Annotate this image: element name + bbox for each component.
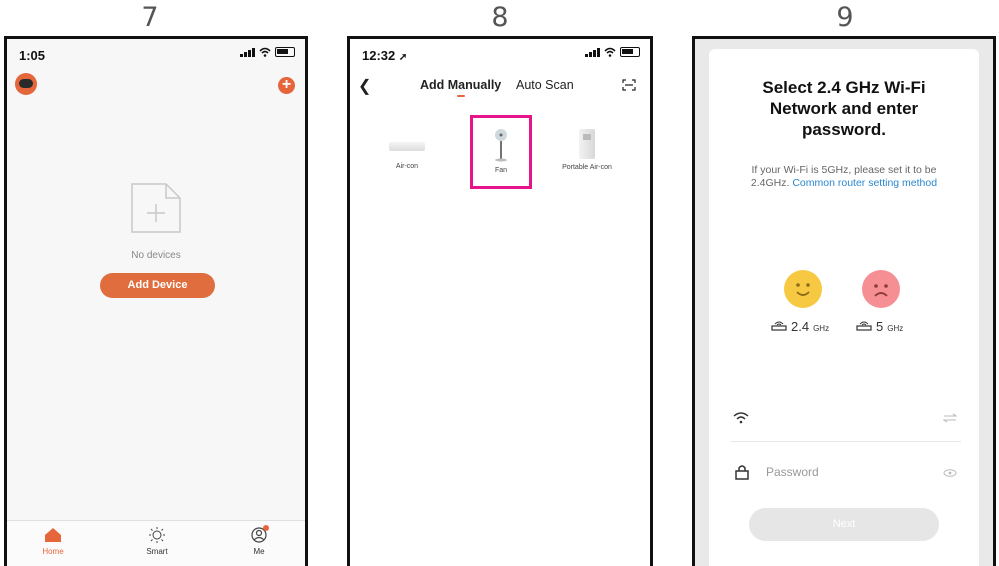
device-portable-aircon[interactable]: Portable Air-con (546, 129, 628, 171)
status-bar: 1:05 (7, 39, 305, 69)
tab-label: Me (253, 547, 265, 556)
system-icons (240, 47, 295, 57)
lock-icon (735, 465, 749, 480)
band-5ghz: 5 GHz (856, 319, 903, 334)
device-fan[interactable]: Fan (473, 127, 529, 174)
switch-network-icon[interactable] (943, 413, 957, 423)
aircon-icon (389, 142, 425, 151)
signal-icon (240, 47, 255, 57)
status-time: 1:05 (19, 48, 46, 63)
wifi-status-icon (259, 47, 271, 57)
step-number-9: 9 (836, 2, 854, 33)
home-avatar-icon[interactable] (15, 73, 37, 95)
status-time: 12:32 ➚ (362, 48, 408, 63)
phone-screen-wifi-setup: Select 2.4 GHz Wi-Fi Network and enter p… (692, 36, 996, 566)
sun-icon (149, 527, 165, 543)
sad-face-icon (862, 270, 900, 308)
status-bar: 12:32 ➚ (350, 39, 650, 69)
tab-smart[interactable]: Smart (127, 527, 187, 556)
password-placeholder: Password (766, 465, 819, 479)
tab-me[interactable]: Me (229, 525, 289, 556)
notification-dot (263, 525, 269, 531)
stage: 7 8 9 1:05 + No devices Add Device Home (0, 0, 999, 566)
add-device-button[interactable]: Add Device (100, 273, 215, 298)
scan-icon[interactable] (622, 79, 636, 91)
bottom-tab-bar: Home Smart Me (7, 520, 305, 566)
tab-auto-scan[interactable]: Auto Scan (516, 78, 574, 92)
wifi-network-field[interactable] (731, 404, 961, 442)
tab-home[interactable]: Home (23, 527, 83, 556)
router-settings-link[interactable]: Common router setting method (792, 177, 937, 189)
router-icon (771, 321, 787, 331)
router-icon (856, 321, 872, 331)
tab-label: Home (42, 547, 64, 556)
battery-icon (620, 47, 640, 57)
password-field[interactable]: Password (731, 459, 961, 489)
band-value: 5 (876, 319, 884, 334)
device-label: Air-con (395, 163, 419, 170)
signal-icon (585, 47, 600, 57)
band-24ghz: 2.4 GHz (771, 319, 829, 334)
location-arrow-icon: ➚ (398, 52, 408, 63)
step-number-8: 8 (491, 2, 509, 33)
portable-aircon-icon (579, 129, 595, 159)
home-icon (45, 528, 61, 542)
empty-document-icon (131, 183, 181, 233)
wifi-hint-text: If your Wi-Fi is 5GHz, please set it to … (739, 164, 949, 190)
tab-label: Smart (146, 547, 168, 556)
step-number-7: 7 (141, 2, 159, 33)
device-label: Fan (494, 167, 508, 174)
eye-icon[interactable] (943, 469, 957, 477)
phone-screen-add-device: 12:32 ➚ ❮ Add Manually Auto Scan Air-con (347, 36, 653, 566)
back-chevron-icon[interactable]: ❮ (358, 76, 371, 96)
wifi-status-icon (604, 47, 616, 57)
page-title: Select 2.4 GHz Wi-Fi Network and enter p… (762, 78, 926, 139)
wifi-setup-card: Select 2.4 GHz Wi-Fi Network and enter p… (709, 49, 979, 566)
happy-face-icon (784, 270, 822, 308)
add-device-nav: ❮ Add Manually Auto Scan (350, 73, 650, 99)
empty-state-text: No devices (131, 250, 181, 261)
tab-add-manually[interactable]: Add Manually (420, 78, 501, 92)
active-tab-indicator (457, 95, 465, 97)
device-aircon[interactable]: Air-con (372, 142, 442, 170)
band-unit: GHz (813, 324, 830, 333)
device-label: Portable Air-con (562, 164, 612, 171)
wifi-icon (733, 412, 749, 424)
fan-icon (495, 129, 507, 162)
system-icons (585, 47, 640, 57)
add-plus-icon[interactable]: + (278, 77, 295, 94)
phone-screen-home: 1:05 + No devices Add Device Home Smart (4, 36, 308, 566)
next-button[interactable]: Next (749, 508, 939, 541)
band-value: 2.4 (791, 319, 810, 334)
battery-icon (275, 47, 295, 57)
band-unit: GHz (887, 324, 904, 333)
